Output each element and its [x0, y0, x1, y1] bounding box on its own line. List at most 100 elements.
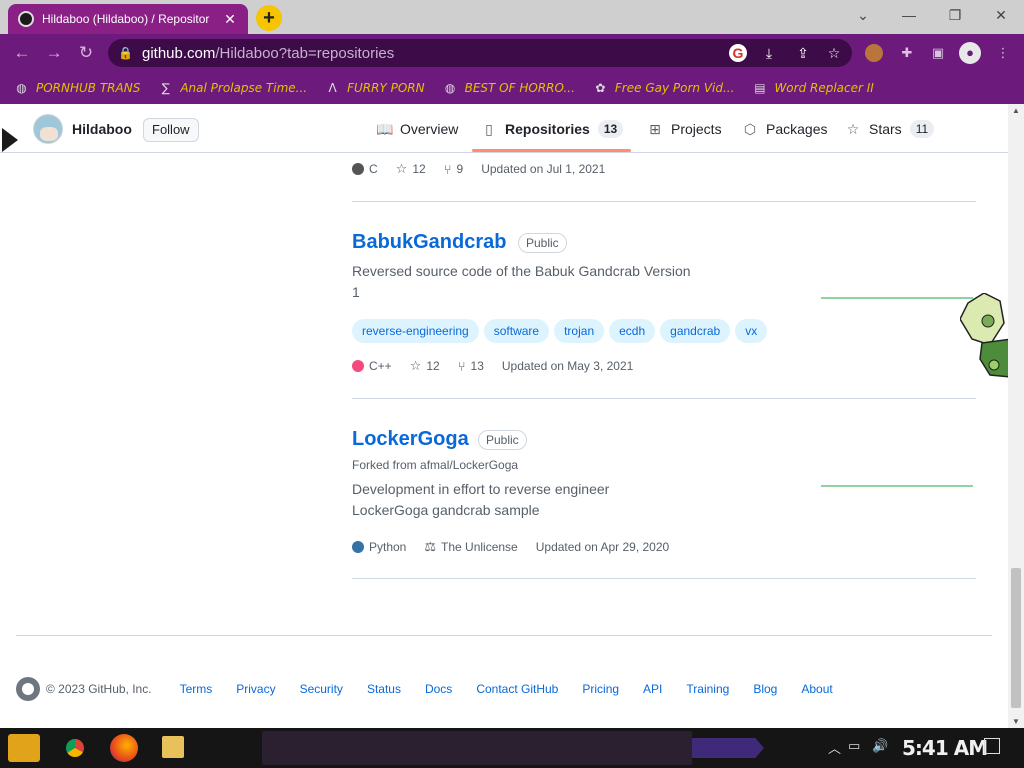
bookmark-item[interactable]: ◍ BEST OF HORRO...	[443, 81, 575, 96]
divider	[352, 201, 976, 202]
close-window-icon[interactable]: ✕	[978, 0, 1024, 30]
scroll-thumb[interactable]	[1011, 568, 1021, 708]
divider	[352, 578, 976, 579]
profile-name[interactable]: Hildaboo	[72, 121, 132, 137]
stargazers-link[interactable]: ☆ 12	[410, 358, 440, 374]
tray-chevron-icon[interactable]: ︿	[828, 738, 841, 757]
side-panel-icon[interactable]: ▣	[927, 42, 949, 64]
volume-icon[interactable]: 🔊	[872, 738, 888, 754]
activity-sparkline	[821, 485, 973, 487]
tab-projects[interactable]: ⊞ Projects	[647, 116, 721, 142]
system-clock[interactable]: 5:41 AM	[902, 736, 988, 760]
bookmark-item[interactable]: ∑ Anal Prolapse Time...	[158, 81, 307, 96]
license: ⚖ The Unlicense	[424, 539, 518, 554]
bookmark-item[interactable]: ✿ Free Gay Porn Vid...	[593, 81, 734, 96]
topic-tag[interactable]: software	[483, 319, 550, 343]
topic-tag[interactable]: vx	[735, 319, 768, 343]
bookmark-item[interactable]: Λ FURRY PORN	[325, 81, 424, 96]
browser-tab[interactable]: Hildaboo (Hildaboo) / Repositor ✕	[8, 4, 248, 34]
bookmarks-bar: ◍ PORNHUB TRANS ∑ Anal Prolapse Time... ΛF…	[0, 72, 1024, 104]
tube-icon: ∑	[161, 80, 170, 95]
page-scrollbar[interactable]: ▲ ▼	[1008, 104, 1024, 728]
browser-titlebar: Hildaboo (Hildaboo) / Repositor ✕ + ⌄ — …	[0, 0, 1024, 34]
install-app-icon[interactable]: ⤓	[758, 42, 780, 64]
follow-button[interactable]: Follow	[143, 118, 199, 142]
fork-icon: ⑂	[457, 358, 466, 374]
tab-overview[interactable]: 📖 Overview	[376, 116, 458, 142]
lock-icon[interactable]: 🔒	[118, 46, 133, 60]
repo-list: C ☆ 12 ⑂ 9 Updated on Jul 1, 2021 BabukGan…	[0, 153, 1008, 728]
footer-link-security[interactable]: Security	[300, 682, 343, 696]
footer-link-contact[interactable]: Contact GitHub	[476, 682, 558, 696]
repo-count: 13	[597, 120, 624, 138]
bookmark-item[interactable]: ◍ PORNHUB TRANS	[14, 81, 140, 96]
repo-meta: C++ ☆ 12 ⑂ 13 Updated on May 3, 2021	[352, 358, 651, 374]
footer-link-status[interactable]: Status	[367, 682, 401, 696]
url-host: github.com	[142, 44, 216, 62]
activity-sparkline	[821, 297, 973, 299]
tab-packages[interactable]: ⬡ Packages	[742, 116, 828, 142]
extensions-puzzle-icon[interactable]: ✚	[896, 42, 918, 64]
file-explorer-icon[interactable]	[162, 736, 184, 758]
language-dot	[352, 163, 364, 175]
footer-link-training[interactable]: Training	[686, 682, 729, 696]
scroll-down-icon[interactable]: ▼	[1012, 717, 1020, 726]
updated-time: Updated on Jul 1, 2021	[481, 162, 606, 176]
language-dot	[352, 360, 364, 372]
footer-link-terms[interactable]: Terms	[180, 682, 213, 696]
topic-tag[interactable]: ecdh	[609, 319, 656, 343]
profile-nav: Hildaboo Follow 📖 Overview ▯ Repositories 1…	[0, 104, 1008, 153]
globe-icon: ◍	[444, 80, 456, 95]
minimize-icon[interactable]: —	[886, 0, 932, 30]
github-logo-icon[interactable]	[16, 677, 40, 701]
footer-link-docs[interactable]: Docs	[425, 682, 452, 696]
google-lens-icon[interactable]: G	[729, 44, 747, 62]
table-icon: ⊞	[649, 121, 661, 137]
repo-title-link[interactable]: LockerGoga	[352, 428, 469, 451]
bookmark-item[interactable]: ▤ Word Replacer II	[752, 81, 874, 96]
footer-link-blog[interactable]: Blog	[753, 682, 777, 696]
topic-tag[interactable]: gandcrab	[660, 319, 731, 343]
reload-icon[interactable]: ↻	[74, 42, 98, 64]
footer-link-pricing[interactable]: Pricing	[582, 682, 619, 696]
extension-avatar-icon[interactable]	[865, 44, 883, 62]
menu-kebab-icon[interactable]: ⋮	[992, 42, 1014, 64]
tab-stars[interactable]: ☆ Stars 11	[845, 116, 935, 142]
topic-tag[interactable]: reverse-engineering	[352, 319, 479, 343]
close-tab-icon[interactable]: ✕	[222, 11, 238, 28]
updated-time: Updated on May 3, 2021	[501, 359, 634, 373]
firefox-icon[interactable]	[110, 734, 138, 762]
share-icon[interactable]: ⇪	[792, 42, 814, 64]
language: C++	[352, 359, 392, 373]
network-icon[interactable]: ▭	[848, 738, 860, 754]
forks-link[interactable]: ⑂ 13	[458, 359, 484, 374]
notification-icon[interactable]	[984, 738, 1000, 754]
repo-title-link[interactable]: BabukGandcrab	[352, 231, 506, 254]
tab-search-icon[interactable]: ⌄	[840, 0, 886, 30]
desktop-pet-character[interactable]	[960, 293, 1008, 383]
tab-repositories[interactable]: ▯ Repositories 13	[481, 116, 624, 142]
language: C	[352, 162, 378, 176]
avatar[interactable]	[33, 114, 63, 144]
start-button[interactable]	[8, 734, 40, 762]
back-icon[interactable]: ←	[10, 42, 34, 64]
topic-tag[interactable]: trojan	[554, 319, 605, 343]
stargazers-link[interactable]: ☆ 12	[396, 161, 426, 177]
footer-link-privacy[interactable]: Privacy	[236, 682, 275, 696]
bookmark-star-icon[interactable]: ☆	[823, 42, 845, 64]
scroll-up-icon[interactable]: ▲	[1012, 106, 1020, 115]
forks-link[interactable]: ⑂ 9	[444, 162, 464, 177]
mouse-cursor-icon	[2, 128, 18, 152]
footer-link-about[interactable]: About	[801, 682, 832, 696]
forward-icon[interactable]: →	[42, 42, 66, 64]
language: Python	[352, 540, 406, 554]
new-tab-button[interactable]: +	[256, 5, 282, 31]
forked-from-link[interactable]: Forked from afmal/LockerGoga	[352, 458, 518, 472]
restore-icon[interactable]: ❐	[932, 0, 978, 30]
taskbar-decoration	[692, 738, 764, 758]
profile-icon[interactable]: ●	[959, 42, 981, 64]
chrome-icon[interactable]	[61, 734, 89, 762]
updated-time: Updated on Apr 29, 2020	[535, 540, 670, 554]
active-tab-underline	[472, 149, 631, 152]
footer-link-api[interactable]: API	[643, 682, 662, 696]
